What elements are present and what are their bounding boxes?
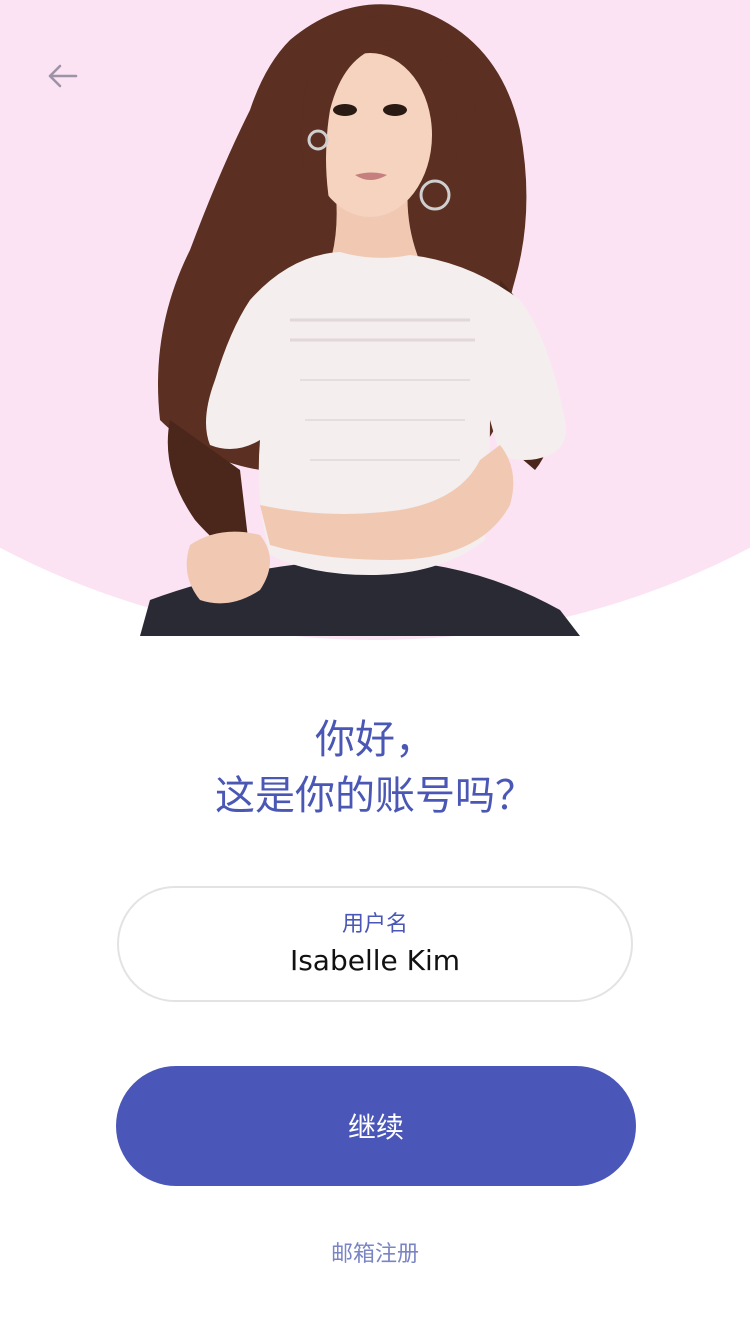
profile-photo <box>140 4 580 636</box>
hero-section <box>0 0 750 640</box>
greeting-line-1: 你好， <box>315 717 435 763</box>
back-arrow-icon[interactable] <box>40 56 84 96</box>
greeting-heading: 你好， 这是你的账号吗？ <box>0 712 750 824</box>
greeting-line-2: 这是你的账号吗？ <box>215 773 535 819</box>
continue-button[interactable]: 继续 <box>116 1066 636 1186</box>
username-field[interactable]: 用户名 <box>117 886 633 1002</box>
username-label: 用户名 <box>341 912 408 937</box>
email-signup-link[interactable]: 邮箱注册 <box>0 1236 750 1268</box>
username-input[interactable] <box>159 944 591 977</box>
